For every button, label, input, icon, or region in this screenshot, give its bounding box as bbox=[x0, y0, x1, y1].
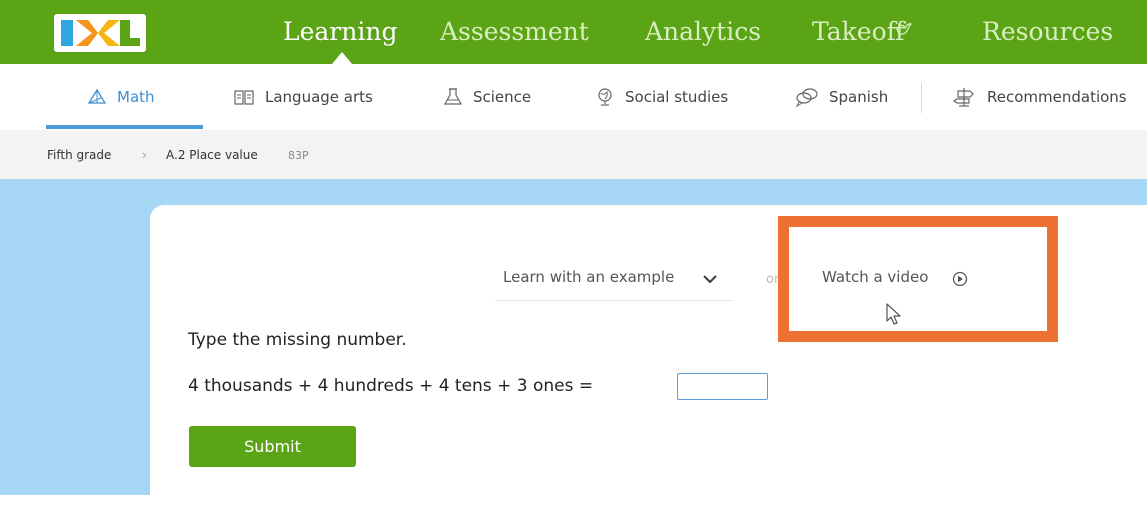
speech-bubbles-icon bbox=[795, 88, 818, 107]
breadcrumb: Fifth grade › A.2 Place value 83P bbox=[0, 130, 1147, 179]
tab-language-arts-label: Language arts bbox=[265, 88, 373, 106]
submit-button[interactable]: Submit bbox=[189, 426, 356, 467]
signpost-icon bbox=[953, 88, 974, 107]
tab-math[interactable]: Math bbox=[87, 64, 155, 130]
tab-spanish[interactable]: Spanish bbox=[795, 64, 888, 130]
tab-divider bbox=[921, 83, 922, 113]
tab-spanish-label: Spanish bbox=[829, 88, 889, 106]
geometry-icon bbox=[87, 88, 107, 104]
active-nav-pointer bbox=[332, 52, 352, 64]
bird-icon bbox=[896, 23, 913, 35]
tab-math-label: Math bbox=[117, 88, 155, 106]
tab-science-label: Science bbox=[473, 88, 532, 106]
tab-social-studies-label: Social studies bbox=[625, 88, 729, 106]
chevron-down-icon bbox=[703, 275, 717, 284]
learn-with-example-dropdown[interactable]: Learn with an example bbox=[495, 262, 732, 301]
or-separator: or bbox=[766, 272, 780, 287]
question-prompt: Type the missing number. bbox=[188, 330, 407, 350]
skill-code: 83P bbox=[288, 149, 309, 162]
active-tab-indicator bbox=[46, 125, 203, 129]
nav-analytics[interactable]: Analytics bbox=[645, 16, 761, 48]
tab-social-studies[interactable]: Social studies bbox=[595, 64, 728, 130]
ixl-logo-icon bbox=[61, 20, 140, 46]
tab-recommendations-label: Recommendations bbox=[987, 88, 1127, 106]
breadcrumb-skill: A.2 Place value bbox=[166, 148, 258, 162]
breadcrumb-separator: › bbox=[142, 148, 147, 162]
tab-recommendations[interactable]: Recommendations bbox=[953, 64, 1127, 130]
ixl-logo[interactable] bbox=[54, 14, 146, 52]
nav-learning[interactable]: Learning bbox=[283, 16, 397, 48]
subject-tabs: Math Language arts Science Social studie… bbox=[0, 64, 1147, 131]
equation-text: 4 thousands + 4 hundreds + 4 tens + 3 on… bbox=[188, 376, 594, 396]
top-navigation-bar: Learning Assessment Analytics Takeoff Re… bbox=[0, 0, 1147, 64]
tab-science[interactable]: Science bbox=[443, 64, 531, 130]
practice-card bbox=[150, 205, 1147, 515]
nav-resources[interactable]: Resources bbox=[982, 16, 1113, 48]
breadcrumb-grade[interactable]: Fifth grade bbox=[47, 148, 111, 162]
learn-with-example-label: Learn with an example bbox=[503, 268, 675, 286]
flask-icon bbox=[443, 88, 463, 105]
globe-icon bbox=[598, 88, 612, 106]
book-icon bbox=[234, 90, 254, 105]
watch-video-link[interactable]: Watch a video bbox=[822, 268, 928, 286]
nav-takeoff[interactable]: Takeoff bbox=[812, 16, 904, 48]
answer-input[interactable] bbox=[677, 373, 768, 400]
tab-language-arts[interactable]: Language arts bbox=[233, 64, 373, 130]
mouse-cursor-icon bbox=[886, 303, 901, 325]
play-circle-icon[interactable] bbox=[952, 271, 968, 287]
nav-assessment[interactable]: Assessment bbox=[440, 16, 589, 48]
